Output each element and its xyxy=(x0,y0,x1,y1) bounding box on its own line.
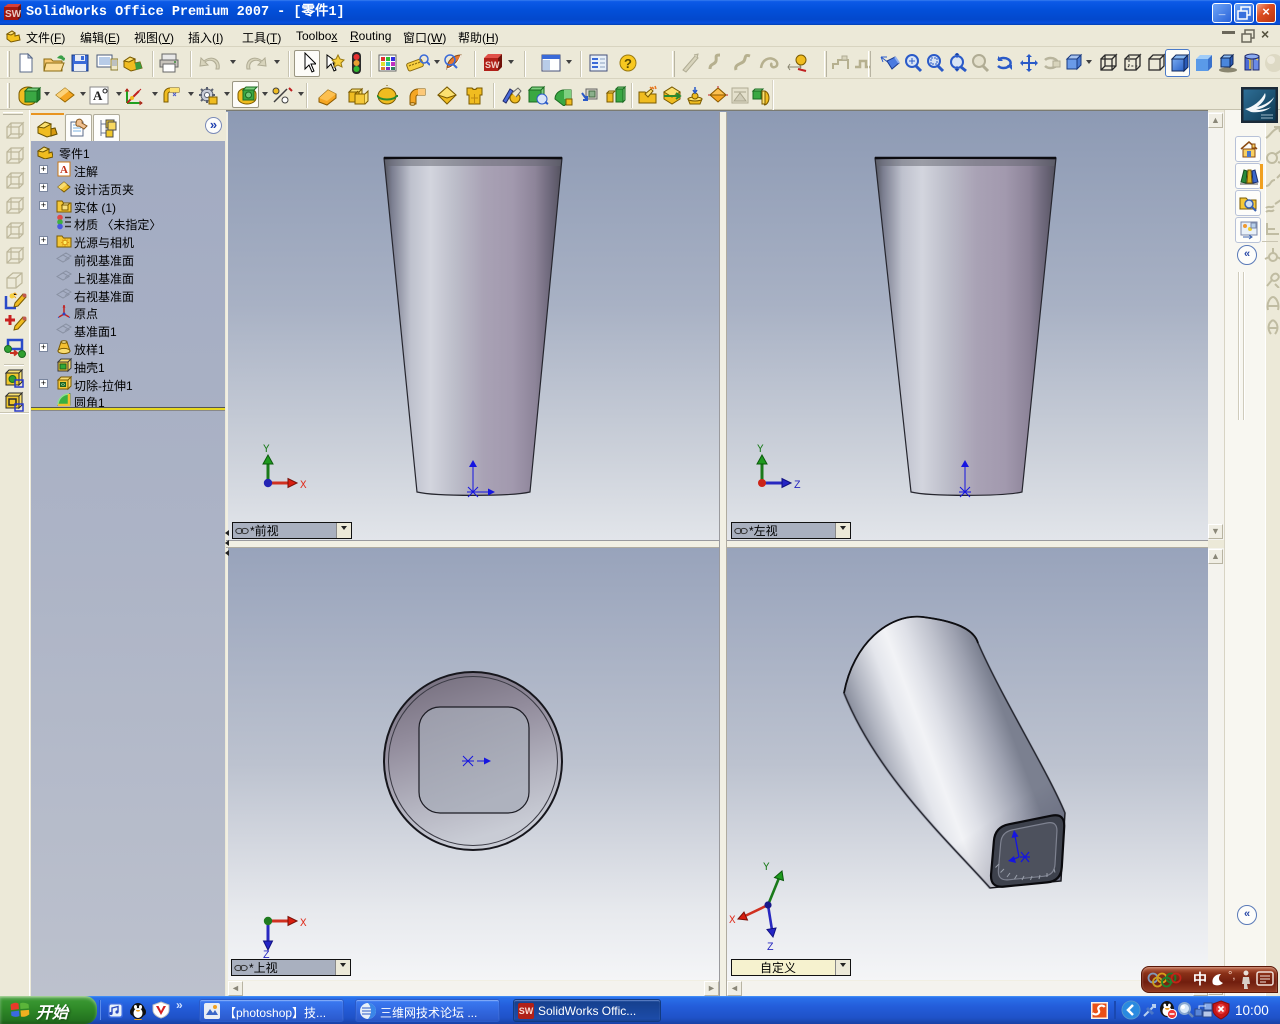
svg-text:Y: Y xyxy=(763,862,770,874)
svg-text:SW: SW xyxy=(485,60,500,70)
svg-text:?: ? xyxy=(624,56,632,71)
svg-text:A: A xyxy=(60,164,68,176)
svg-text:X: X xyxy=(729,915,736,927)
svg-text:Y: Y xyxy=(757,444,764,456)
svg-text:Y: Y xyxy=(263,444,270,456)
svg-text:Z: Z xyxy=(767,942,774,954)
svg-text:Z: Z xyxy=(794,480,801,492)
svg-text:X: X xyxy=(300,480,307,492)
svg-text:SW: SW xyxy=(5,9,22,20)
svg-text:X: X xyxy=(300,918,307,930)
svg-text:A: A xyxy=(93,88,103,103)
